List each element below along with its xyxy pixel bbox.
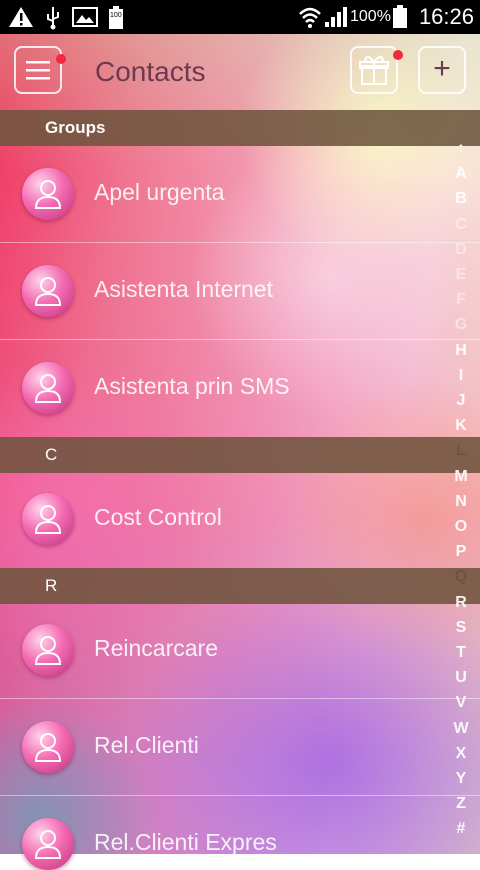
person-icon	[34, 277, 62, 306]
section-header-c: C	[0, 437, 480, 473]
avatar	[22, 493, 74, 545]
alphabet-index-letter[interactable]: D	[450, 241, 472, 259]
contact-name: Rel.Clienti Expres	[94, 829, 277, 855]
alphabet-index-letter[interactable]: G	[450, 316, 472, 334]
contact-name: Asistenta prin SMS	[94, 373, 290, 399]
avatar	[22, 362, 74, 414]
contact-name: Cost Control	[94, 504, 222, 530]
image-icon	[72, 7, 98, 27]
section-header-groups: Groups	[0, 110, 480, 146]
contact-name: Rel.Clienti	[94, 732, 199, 758]
contact-row[interactable]: Rel.Clienti Expres	[0, 796, 480, 870]
warning-icon	[9, 7, 33, 27]
section-label: R	[45, 576, 58, 595]
section-header-r: R	[0, 568, 480, 604]
alphabet-index-letter[interactable]: P	[450, 543, 472, 561]
person-icon	[34, 505, 62, 534]
battery-small-label: 100	[110, 12, 122, 19]
alphabet-index-letter[interactable]: V	[450, 694, 472, 712]
contact-row[interactable]: Asistenta Internet	[0, 243, 480, 340]
alphabet-index-letter[interactable]: F	[450, 291, 472, 309]
alphabet-index-letter[interactable]: R	[450, 594, 472, 612]
alphabet-index-letter[interactable]: O	[450, 518, 472, 536]
alphabet-index-letter[interactable]: Y	[450, 770, 472, 788]
contact-row[interactable]: Reincarcare	[0, 602, 480, 699]
contact-row[interactable]: Asistenta prin SMS	[0, 340, 480, 436]
gift-icon	[359, 56, 389, 85]
app-header: +	[0, 34, 480, 110]
alphabet-index-letter[interactable]: ↑	[450, 140, 472, 158]
person-icon	[34, 636, 62, 665]
signal-icon	[325, 7, 347, 27]
alphabet-index-letter[interactable]: W	[450, 720, 472, 738]
usb-icon	[47, 7, 59, 30]
alphabet-index-letter[interactable]: E	[450, 266, 472, 284]
person-icon	[34, 180, 62, 209]
gift-notification-dot	[393, 50, 403, 60]
add-icon: +	[433, 52, 451, 85]
contact-name: Apel urgenta	[94, 179, 225, 205]
alphabet-index-letter[interactable]: M	[450, 468, 472, 486]
alphabet-index-letter[interactable]: Z	[450, 795, 472, 813]
avatar	[22, 265, 74, 317]
menu-button[interactable]	[14, 46, 62, 94]
status-bar: 100 100% 16:26	[0, 0, 480, 34]
alphabet-index-letter[interactable]: I	[450, 367, 472, 385]
contact-name: Asistenta Internet	[94, 276, 273, 302]
alphabet-index-letter[interactable]: B	[450, 190, 472, 208]
alphabet-index-letter[interactable]: #	[450, 820, 472, 838]
avatar	[22, 818, 74, 870]
avatar	[22, 168, 74, 220]
alphabet-index-letter[interactable]: S	[450, 619, 472, 637]
alphabet-index-letter[interactable]: U	[450, 669, 472, 687]
alphabet-index-letter[interactable]: N	[450, 493, 472, 511]
contact-row[interactable]: Apel urgenta	[0, 146, 480, 243]
alphabet-index-letter[interactable]: C	[450, 216, 472, 234]
battery-icon	[393, 5, 407, 28]
alphabet-index-letter[interactable]: T	[450, 644, 472, 662]
alphabet-index-letter[interactable]: K	[450, 417, 472, 435]
person-icon	[34, 733, 62, 762]
person-icon	[34, 830, 62, 859]
alphabet-index-letter[interactable]: A	[450, 165, 472, 183]
add-contact-button[interactable]: +	[418, 46, 466, 94]
avatar	[22, 721, 74, 773]
alphabet-index-letter[interactable]: X	[450, 745, 472, 763]
section-label: C	[45, 445, 58, 464]
alphabet-index-letter[interactable]: L	[450, 442, 472, 460]
wifi-icon	[299, 7, 321, 28]
alphabet-index-letter[interactable]: J	[450, 392, 472, 410]
clock: 16:26	[418, 4, 474, 29]
alphabet-index-letter[interactable]: H	[450, 342, 472, 360]
contact-row[interactable]: Cost Control	[0, 471, 480, 567]
avatar	[22, 624, 74, 676]
menu-notification-dot	[56, 54, 66, 64]
person-icon	[34, 374, 62, 403]
gift-button[interactable]	[350, 46, 398, 94]
contact-row[interactable]: Rel.Clienti	[0, 699, 480, 796]
contact-name: Reincarcare	[94, 635, 218, 661]
page-title: Contacts	[95, 56, 206, 87]
battery-percent: 100%	[350, 8, 391, 25]
section-label: Groups	[45, 118, 106, 137]
alphabet-index-letter[interactable]: Q	[450, 568, 472, 586]
menu-icon	[26, 61, 50, 80]
